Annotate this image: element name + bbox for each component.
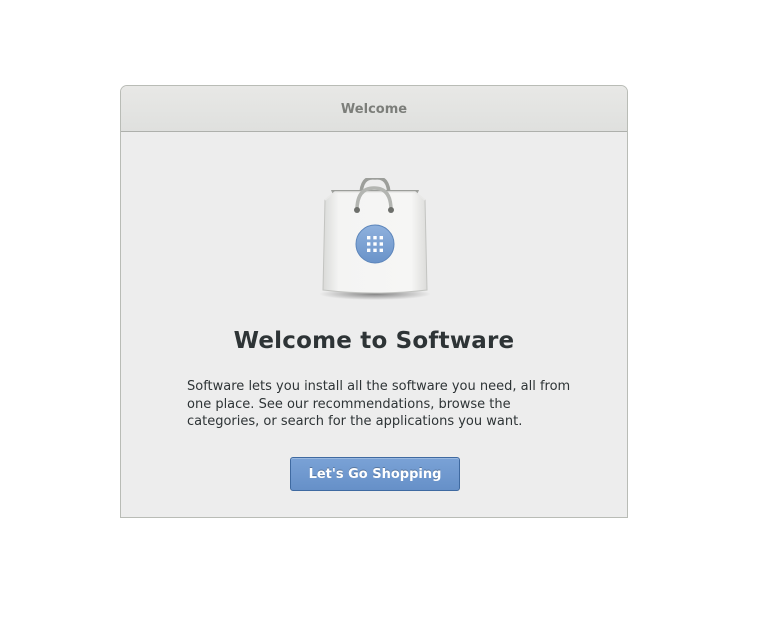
dialog-content: Welcome to Software Software lets you in… bbox=[121, 132, 627, 517]
dialog-title: Welcome bbox=[340, 101, 408, 117]
welcome-heading: Welcome to Software bbox=[233, 328, 515, 354]
shopping-bag-icon bbox=[319, 178, 431, 300]
welcome-dialog: Welcome Welcome to Software Software let… bbox=[120, 85, 628, 518]
dialog-titlebar[interactable]: Welcome bbox=[121, 86, 627, 132]
welcome-description: Software lets you install all the softwa… bbox=[187, 379, 571, 429]
lets-go-shopping-button[interactable]: Let's Go Shopping bbox=[290, 457, 460, 491]
